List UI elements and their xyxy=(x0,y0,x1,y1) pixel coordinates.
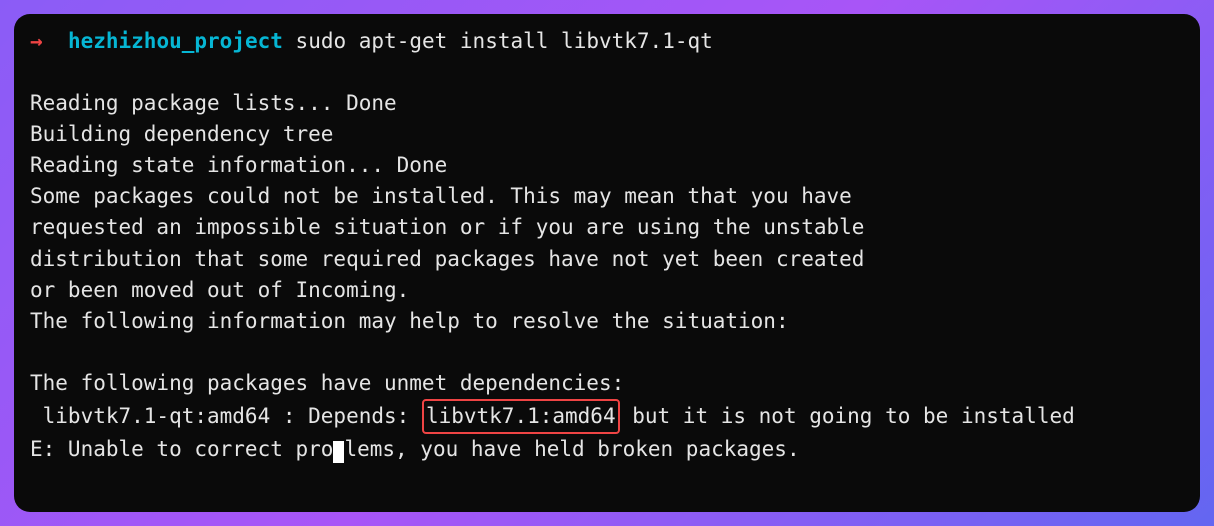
prompt-line: → hezhizhou_project sudo apt-get install… xyxy=(30,26,1184,57)
output-line: requested an impossible situation or if … xyxy=(30,212,1184,243)
highlighted-dependency: libvtk7.1:amd64 xyxy=(422,399,620,434)
err-pre: E: Unable to correct pro xyxy=(30,437,333,461)
err-post: lems, you have held broken packages. xyxy=(344,437,799,461)
output-line: Reading package lists... Done xyxy=(30,88,1184,119)
output-line: Reading state information... Done xyxy=(30,150,1184,181)
prompt-arrow: → xyxy=(30,29,43,53)
prompt-command: sudo apt-get install libvtk7.1-qt xyxy=(296,29,713,53)
output-line: or been moved out of Incoming. xyxy=(30,275,1184,306)
output-line: E: Unable to correct pro lems, you have h… xyxy=(30,434,1184,465)
output-line: Building dependency tree xyxy=(30,119,1184,150)
dep-post: but it is not going to be installed xyxy=(620,404,1075,428)
terminal-window[interactable]: → hezhizhou_project sudo apt-get install… xyxy=(14,14,1200,512)
output-line: The following information may help to re… xyxy=(30,306,1184,337)
prompt-dir: hezhizhou_project xyxy=(68,29,283,53)
cursor xyxy=(333,441,344,463)
output-line: distribution that some required packages… xyxy=(30,244,1184,275)
dep-pre: libvtk7.1-qt:amd64 : Depends: xyxy=(30,404,422,428)
output-line: Some packages could not be installed. Th… xyxy=(30,181,1184,212)
blank-line xyxy=(30,57,1184,88)
output-line: libvtk7.1-qt:amd64 : Depends: libvtk7.1:… xyxy=(30,399,1184,434)
blank-line xyxy=(30,337,1184,368)
output-line: The following packages have unmet depend… xyxy=(30,368,1184,399)
